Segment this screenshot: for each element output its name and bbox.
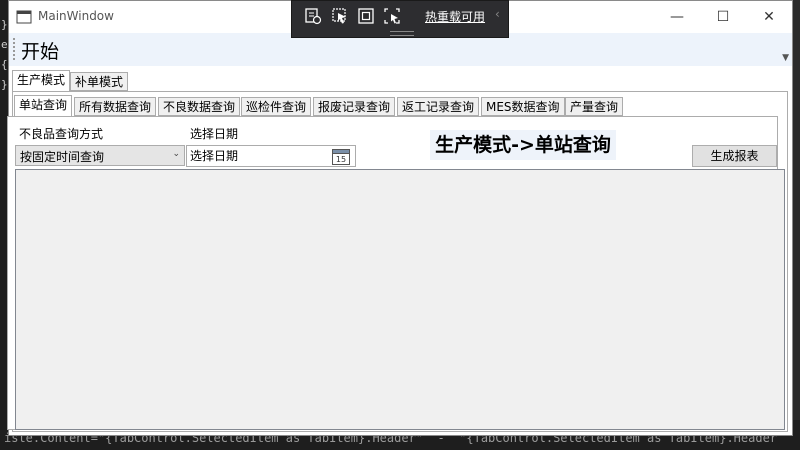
tab-replenish-mode[interactable]: 补单模式 — [70, 72, 129, 91]
select-element-icon[interactable] — [331, 7, 349, 25]
tab-label: 巡检件查询 — [246, 100, 307, 114]
tab-production-mode[interactable]: 生产模式 — [12, 70, 71, 92]
tab-label: 不良数据查询 — [163, 100, 236, 114]
generate-report-button[interactable]: 生成报表 — [692, 145, 777, 167]
tab-mes-data-query[interactable]: MES数据查询 — [481, 97, 565, 116]
live-visual-tree-icon[interactable] — [304, 7, 322, 25]
app-icon — [16, 10, 32, 24]
data-grid[interactable] — [15, 169, 785, 430]
menu-overflow-icon[interactable]: ▼ — [782, 53, 789, 63]
menu-start[interactable]: 开始 — [21, 37, 59, 64]
tab-single-station-query[interactable]: 单站查询 — [14, 95, 73, 117]
date-label: 选择日期 — [190, 127, 239, 141]
tab-label: 产量查询 — [570, 100, 619, 114]
tab-label: 单站查询 — [19, 98, 68, 112]
date-picker[interactable]: 15 — [186, 145, 356, 167]
minimize-button[interactable]: — — [654, 1, 700, 32]
display-adorners-icon[interactable] — [357, 7, 375, 25]
tab-inspection-query[interactable]: 巡检件查询 — [241, 97, 312, 116]
calendar-icon[interactable]: 15 — [332, 148, 350, 165]
calendar-day: 15 — [336, 155, 346, 164]
hot-reload-toolbar: 热重载可用 ‹ — [291, 0, 509, 38]
tab-label: 报废记录查询 — [318, 100, 391, 114]
defect-query-method-label: 不良品查询方式 — [19, 127, 104, 141]
tab-output-query[interactable]: 产量查询 — [565, 97, 624, 116]
maximize-icon: ☐ — [716, 8, 730, 25]
minimize-icon: — — [670, 8, 684, 25]
toolbar-drag-handle[interactable] — [390, 31, 414, 36]
tab-label: 所有数据查询 — [79, 100, 152, 114]
tab-label: 生产模式 — [17, 73, 66, 87]
tab-all-data-query[interactable]: 所有数据查询 — [74, 97, 157, 116]
select-value: 按固定时间查询 — [20, 150, 105, 164]
tab-label: 返工记录查询 — [402, 100, 475, 114]
date-input[interactable] — [189, 148, 328, 164]
hot-reload-status[interactable]: 热重载可用 — [425, 8, 485, 25]
tab-scrap-record-query[interactable]: 报废记录查询 — [313, 97, 396, 116]
tab-rework-record-query[interactable]: 返工记录查询 — [397, 97, 480, 116]
toolbar-grip[interactable] — [13, 38, 17, 60]
chevron-left-icon[interactable]: ‹ — [495, 7, 500, 21]
tab-label: MES数据查询 — [486, 100, 560, 114]
chevron-down-icon: ⌄ — [172, 149, 180, 159]
close-icon: ✕ — [763, 8, 775, 25]
close-button[interactable]: ✕ — [746, 1, 792, 32]
tab-label: 补单模式 — [75, 75, 124, 89]
window-title: MainWindow — [38, 9, 114, 23]
track-focus-icon[interactable] — [383, 7, 401, 25]
maximize-button[interactable]: ☐ — [700, 1, 746, 32]
page-heading: 生产模式->单站查询 — [430, 130, 616, 160]
tab-defect-data-query[interactable]: 不良数据查询 — [158, 97, 241, 116]
defect-query-method-select[interactable]: 按固定时间查询 ⌄ — [15, 145, 185, 166]
